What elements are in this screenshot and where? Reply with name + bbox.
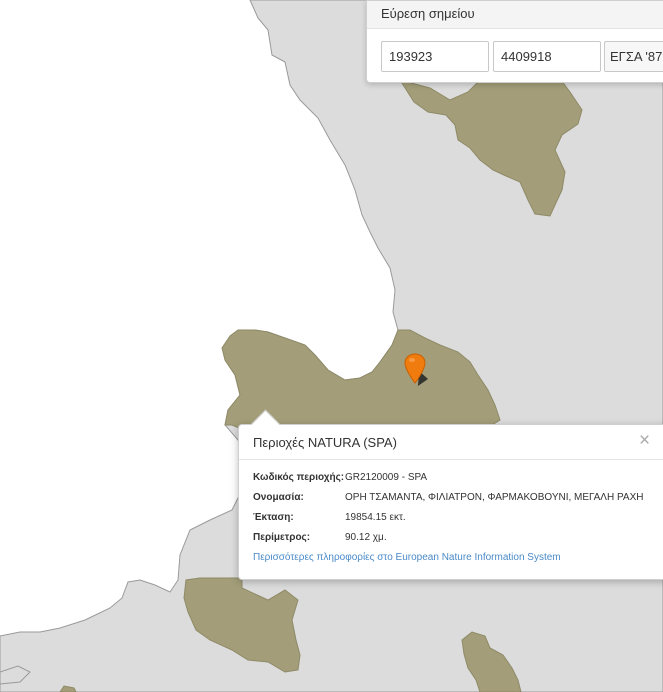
close-icon[interactable]: ×	[639, 431, 650, 451]
map-layers	[0, 0, 663, 692]
feature-info-popup: Περιοχές NATURA (SPA) × Κωδικός περιοχής…	[238, 409, 663, 580]
find-point-panel: Εύρεση σημείου ΕΓΣΑ '87	[366, 0, 663, 83]
field-row-name: Ονομασία: ΟΡΗ ΤΣΑΜΑΝΤΑ, ΦΙΛΙΑΤΡΟΝ, ΦΑΡΜΑ…	[253, 492, 663, 512]
field-row-perimeter: Περίμετρος: 90.12 χμ.	[253, 532, 663, 552]
field-value: ΟΡΗ ΤΣΑΜΑΝΤΑ, ΦΙΛΙΑΤΡΟΝ, ΦΑΡΜΑΚΟΒΟΥΝΙ, Μ…	[345, 492, 644, 503]
field-row-code: Κωδικός περιοχής: GR2120009 - SPA	[253, 472, 663, 492]
popup-title: Περιοχές NATURA (SPA)	[253, 435, 397, 450]
field-value: 90.12 χμ.	[345, 532, 387, 543]
field-value: 19854.15 εκτ.	[345, 512, 406, 523]
map-pin-icon[interactable]	[404, 353, 430, 387]
field-label: Περίμετρος:	[253, 532, 311, 543]
crs-select[interactable]: ΕΓΣΑ '87	[604, 41, 663, 72]
more-info-link[interactable]: Περισσότερες πληροφορίες στο European Na…	[253, 552, 663, 563]
field-value: GR2120009 - SPA	[345, 472, 428, 483]
y-coordinate-input[interactable]	[493, 41, 601, 72]
x-coordinate-input[interactable]	[381, 41, 489, 72]
field-label: Ονομασία:	[253, 492, 304, 503]
map-canvas[interactable]	[0, 0, 663, 692]
find-point-title: Εύρεση σημείου	[367, 1, 663, 29]
field-label: Κωδικός περιοχής:	[253, 472, 345, 483]
field-row-area: Έκταση: 19854.15 εκτ.	[253, 512, 663, 532]
field-label: Έκταση:	[253, 512, 294, 523]
